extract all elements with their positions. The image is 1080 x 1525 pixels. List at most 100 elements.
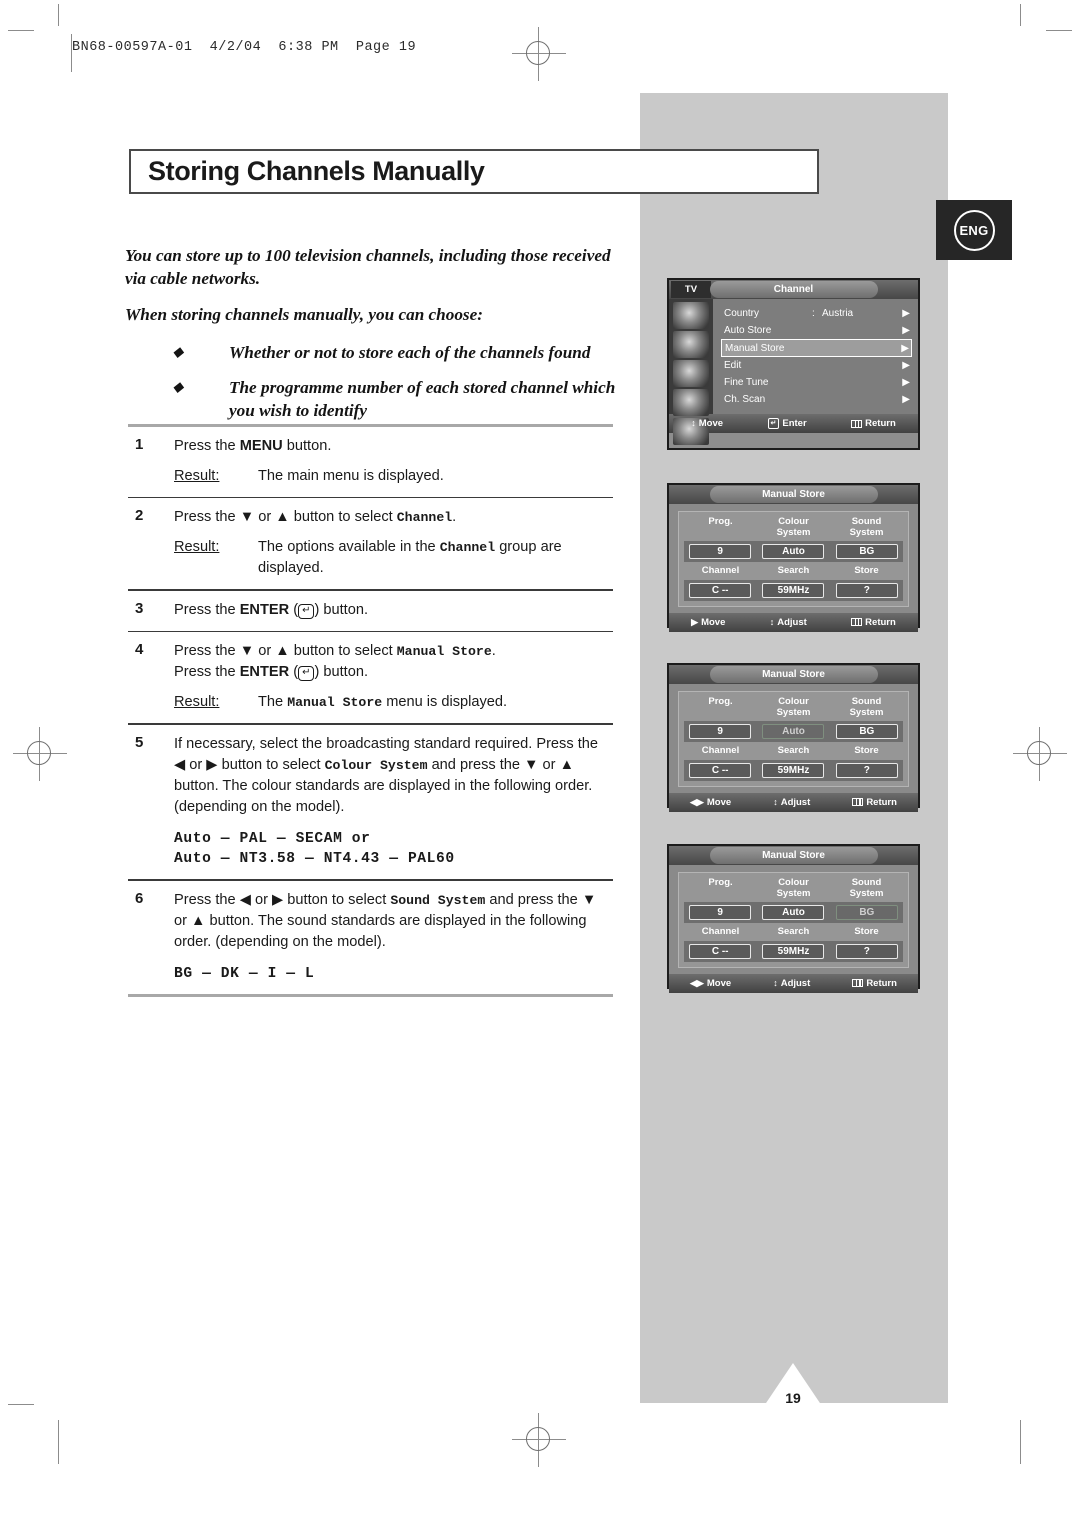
osd-footer-label: Adjust xyxy=(777,616,807,628)
osd-header-row-2: Channel Search Store xyxy=(684,923,903,941)
step-3: 3 Press the ENTER (↵) button. xyxy=(128,591,613,631)
osd-footer-move: ▶ Move xyxy=(691,617,725,628)
field-colour-system[interactable]: Auto xyxy=(762,544,825,560)
osd-item-label: Country xyxy=(724,308,760,319)
osd-footer-enter: ↵ Enter xyxy=(767,418,807,429)
osd-menu-item-edit[interactable]: Edit ▶ xyxy=(721,357,912,374)
field-prog[interactable]: 9 xyxy=(689,544,752,560)
column-header-colour-system: Colour System xyxy=(776,516,811,538)
osd-main: Country : Austria ▶ Auto Store ▶ Manual … xyxy=(669,299,918,445)
updown-arrow-icon: ↕ xyxy=(691,418,696,428)
sound-icon[interactable] xyxy=(673,331,709,358)
code-line: Auto — PAL — SECAM or xyxy=(174,830,371,847)
osd-footer-move: ◀▶ Move xyxy=(690,978,731,989)
result-text: The main menu is displayed. xyxy=(258,468,444,484)
field-store[interactable]: ? xyxy=(835,582,898,598)
osd-item-label: Edit xyxy=(724,360,742,371)
column-header-search: Search xyxy=(777,745,810,757)
result-label: Result: xyxy=(174,539,220,556)
list-item: ◆ Whether or not to store each of the ch… xyxy=(125,342,635,365)
osd-header-row-1: Prog. Colour System Sound System xyxy=(684,877,903,902)
code-block: Auto — PAL — SECAM or Auto — NT3.58 — NT… xyxy=(174,829,613,870)
page-number-triangle xyxy=(758,1363,828,1415)
divider xyxy=(128,994,613,998)
osd-title: Manual Store xyxy=(709,847,878,864)
osd-menu-item-auto-store[interactable]: Auto Store ▶ xyxy=(721,322,912,339)
osd-menu-item-ch-scan[interactable]: Ch. Scan ▶ xyxy=(721,391,912,408)
osd-footer-label: Return xyxy=(866,977,897,989)
field-sound-system[interactable]: BG xyxy=(835,544,898,560)
step-body: Press the ▼ or ▲ button to select Channe… xyxy=(174,507,613,579)
osd-menu-item-manual-store[interactable]: Manual Store ▶ xyxy=(721,339,912,357)
field-channel[interactable]: C -- xyxy=(689,943,752,959)
right-arrow-icon: ▶ xyxy=(902,325,910,336)
column-header-sound-system: Sound System xyxy=(849,696,884,718)
page-title-box: Storing Channels Manually xyxy=(129,149,819,194)
field-channel[interactable]: C -- xyxy=(689,762,752,778)
field-search[interactable]: 59MHz xyxy=(762,582,825,598)
field-prog[interactable]: 9 xyxy=(689,905,752,921)
osd-menu-item-fine-tune[interactable]: Fine Tune ▶ xyxy=(721,374,912,391)
field-store[interactable]: ? xyxy=(835,762,898,778)
crop-mark-top-right-h xyxy=(1046,30,1072,31)
osd-body: Prog. Colour System Sound System 9 Auto BG… xyxy=(669,504,918,613)
osd-item-label: Manual Store xyxy=(725,342,785,354)
feature-icon[interactable] xyxy=(673,389,709,416)
osd-title: Manual Store xyxy=(709,486,878,503)
field-colour-system[interactable]: Auto xyxy=(762,905,825,921)
updown-arrow-icon: ↕ xyxy=(773,977,778,988)
osd-channel-menu: TV Channel Country : Austria ▶ Auto Stor… xyxy=(667,278,920,450)
field-channel[interactable]: C -- xyxy=(689,582,752,598)
field-sound-system[interactable]: BG xyxy=(835,905,898,921)
osd-titlebar: Manual Store xyxy=(669,665,918,684)
field-prog[interactable]: 9 xyxy=(689,724,752,740)
step-2: 2 Press the ▼ or ▲ button to select Chan… xyxy=(128,498,613,589)
osd-footer-label: Enter xyxy=(782,418,807,429)
picture-icon[interactable] xyxy=(673,302,709,329)
column-header-prog: Prog. xyxy=(708,696,733,707)
osd-footer-move: ↕ Move xyxy=(691,418,723,429)
page-number: 19 xyxy=(785,1390,801,1406)
osd-footer-label: Move xyxy=(698,418,724,429)
osd-field-grid: Prog. Colour System Sound System 9 Auto BG… xyxy=(678,511,909,607)
osd-header-row-1: Prog. Colour System Sound System xyxy=(684,696,903,721)
osd-footer: ◀▶ Move ↕ Adjust Return xyxy=(669,973,918,993)
step-number: 4 xyxy=(135,641,144,659)
osd-value-row-2: C -- 59MHz ? xyxy=(684,759,903,781)
column-header-sound-system: Sound System xyxy=(849,516,884,538)
osd-footer-move: ◀▶ Move xyxy=(690,797,731,808)
osd-item-colon: : xyxy=(812,308,815,319)
step-number: 5 xyxy=(135,733,144,751)
osd-value-row-2: C -- 59MHz ? xyxy=(684,940,903,962)
field-colour-system[interactable]: Auto xyxy=(762,724,825,740)
right-arrow-icon: ▶ xyxy=(902,377,910,388)
result-label: Result: xyxy=(174,468,220,484)
list-item: ◆ The programme number of each stored ch… xyxy=(125,377,635,423)
osd-tv-tab: TV xyxy=(671,281,711,298)
column-header-channel: Channel xyxy=(701,926,740,938)
osd-footer-label: Move xyxy=(706,977,732,989)
diamond-bullet-icon: ◆ xyxy=(173,344,183,360)
channel-icon[interactable] xyxy=(673,360,709,387)
step-1: 1 Press the MENU button. Result: The mai… xyxy=(128,427,613,497)
right-arrow-icon: ▶ xyxy=(902,394,910,405)
field-store[interactable]: ? xyxy=(835,943,898,959)
osd-footer-return: Return xyxy=(852,978,897,989)
field-sound-system[interactable]: BG xyxy=(835,724,898,740)
osd-footer-label: Adjust xyxy=(780,977,811,989)
page-number-marker: 19 xyxy=(758,1363,828,1415)
column-header-channel: Channel xyxy=(701,745,740,757)
step-body: Press the ▼ or ▲ button to select Manual… xyxy=(174,641,613,713)
osd-footer-label: Return xyxy=(866,796,897,808)
column-header-sound-system: Sound System xyxy=(849,877,884,899)
column-header-colour-system: Colour System xyxy=(776,877,811,899)
field-search[interactable]: 59MHz xyxy=(762,762,825,778)
intro-paragraph-2: When storing channels manually, you can … xyxy=(125,305,483,325)
step-instruction: Press the MENU button. xyxy=(174,438,332,454)
step-4: 4 Press the ▼ or ▲ button to select Manu… xyxy=(128,632,613,723)
code-block: BG — DK — I — L xyxy=(174,964,613,984)
step-result: Result: The Manual Store menu is display… xyxy=(174,692,613,713)
field-search[interactable]: 59MHz xyxy=(762,943,825,959)
right-arrow-icon: ▶ xyxy=(901,342,909,354)
osd-menu-item-country[interactable]: Country : Austria ▶ xyxy=(721,305,912,322)
